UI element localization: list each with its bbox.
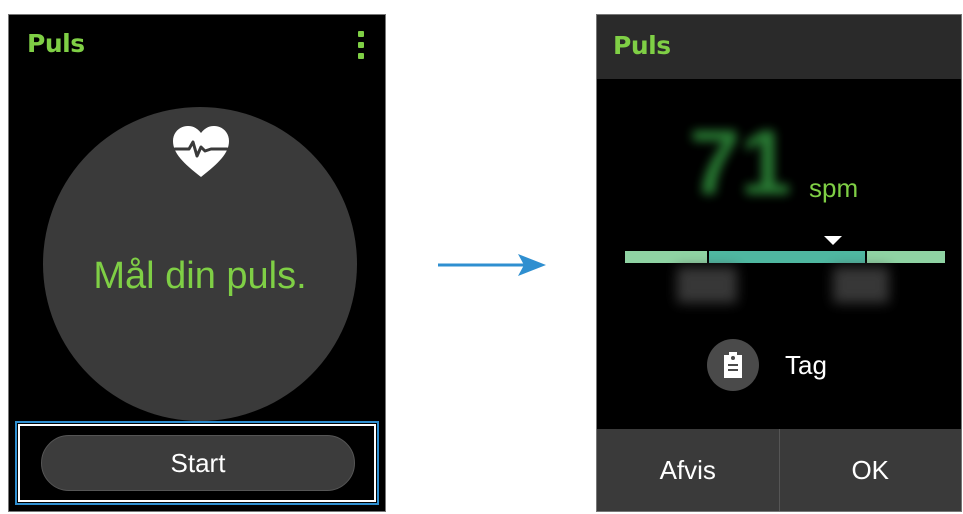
right-arrow-icon [438,254,546,276]
heart-rate-range-bar [625,251,945,263]
range-segment-low [625,251,707,263]
more-options-icon[interactable] [357,31,365,67]
tag-clipboard-icon [724,352,742,378]
measure-prompt: Mål din puls. [93,255,307,297]
tag-label: Tag [785,349,827,380]
dismiss-button[interactable]: Afvis [597,429,779,511]
stage: Puls Mål din puls. Start Puls 71 spm Tag… [0,0,963,514]
app-title: Puls [27,29,85,58]
header-bar: Puls [597,15,961,79]
tag-icon-button[interactable] [707,339,759,391]
range-reflection [677,267,737,303]
range-segment-normal [709,251,865,263]
range-segment-high [867,251,945,263]
heart-rate-value: 71 [689,112,792,214]
range-marker-icon [824,236,842,245]
app-title: Puls [613,31,671,60]
heart-rate-start-screen: Puls Mål din puls. Start [8,14,386,512]
range-reflection [833,267,889,303]
heart-rate-unit: spm [809,173,859,203]
heart-rate-result-screen: Puls 71 spm Tag Afvis OK [596,14,962,512]
heart-pulse-icon [173,126,229,177]
ok-button[interactable]: OK [780,429,962,511]
start-button[interactable]: Start [41,435,355,491]
start-highlight-frame: Start [15,421,379,505]
tag-row[interactable]: Tag [707,337,827,393]
action-bar: Afvis OK [597,429,961,511]
measure-circle: Mål din puls. [43,107,357,421]
